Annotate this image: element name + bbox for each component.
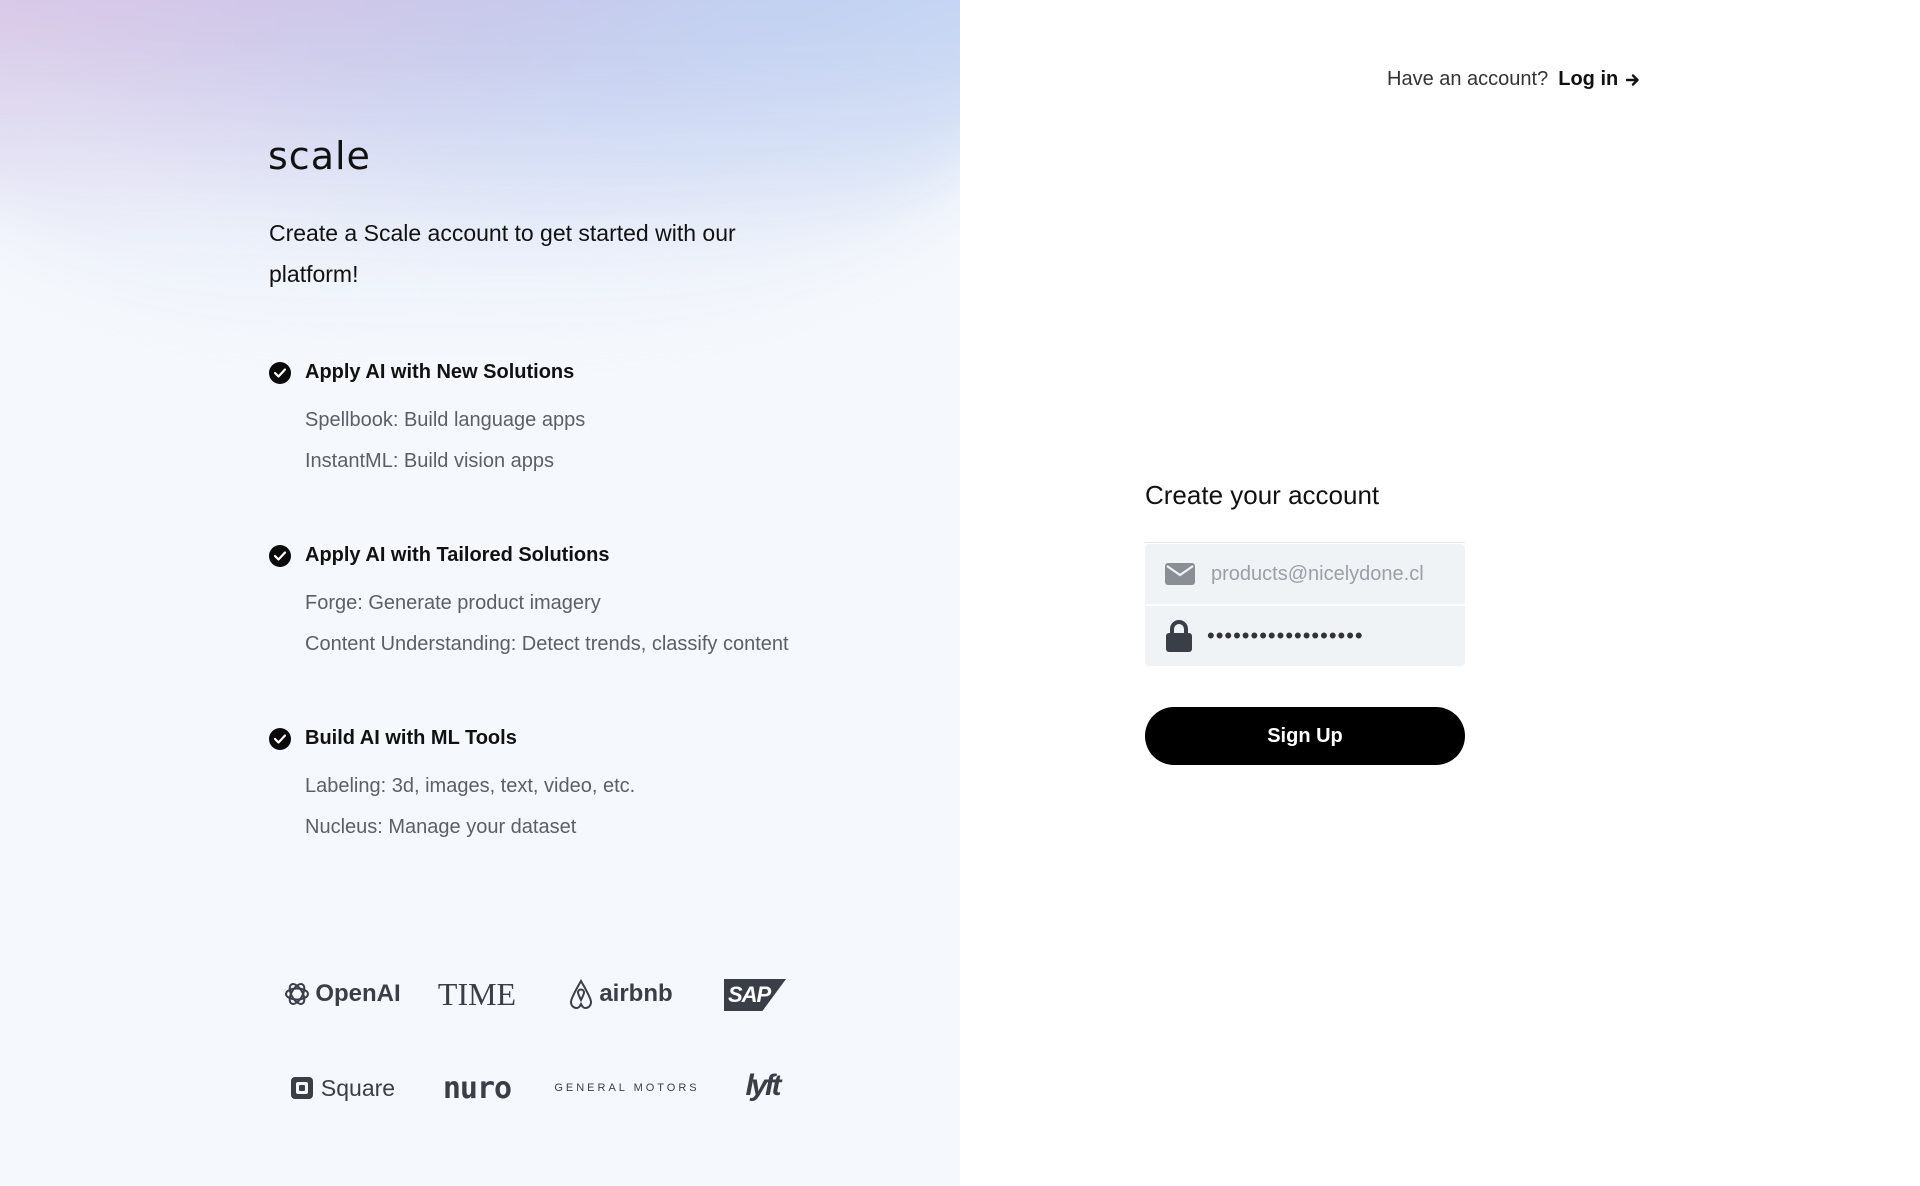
general-motors-logo: GENERAL MOTORS <box>552 1062 702 1114</box>
square-logo-text: Square <box>320 1074 396 1101</box>
sap-logo: SAP <box>700 972 810 1018</box>
nuro-logo-text: nuro <box>442 1070 512 1106</box>
feature-item: Nucleus: Manage your dataset <box>305 816 577 838</box>
openai-logo: OpenAI <box>282 968 402 1020</box>
lyft-logo-text: lyft <box>745 1069 782 1102</box>
signup-panel: Have an account? Log in Create your acco… <box>960 0 1920 1186</box>
have-account-text: Have an account? <box>1387 68 1549 90</box>
feature-tailored-solutions: Apply AI with Tailored Solutions Forge: … <box>269 544 789 665</box>
login-label: Log in <box>1558 68 1619 90</box>
sap-logo-text: SAP <box>728 982 771 1007</box>
password-input[interactable]: •••••••••••••••••• <box>1207 623 1364 649</box>
envelope-icon <box>1165 563 1195 585</box>
feature-title: Apply AI with New Solutions <box>305 361 575 383</box>
time-logo-text: TIME <box>437 975 517 1012</box>
scale-logo[interactable]: scale <box>268 134 371 178</box>
check-circle-icon <box>269 727 291 750</box>
feature-item: Content Understanding: Detect trends, cl… <box>305 633 789 655</box>
feature-title: Apply AI with Tailored Solutions <box>305 544 610 566</box>
signup-button[interactable]: Sign Up <box>1145 707 1465 765</box>
have-account-row: Have an account? Log in <box>1387 68 1640 91</box>
tagline: Create a Scale account to get started wi… <box>269 220 736 287</box>
form-title: Create your account <box>1145 480 1380 510</box>
feature-item: Labeling: 3d, images, text, video, etc. <box>305 775 636 797</box>
customer-logos: OpenAI TIME airbnb SAP Square nuro GENER… <box>270 960 810 1120</box>
airbnb-logo: airbnb <box>560 968 680 1020</box>
feature-ml-tools: Build AI with ML Tools Labeling: 3d, ima… <box>269 727 635 848</box>
email-input[interactable] <box>1209 561 1453 587</box>
lock-icon <box>1166 620 1192 652</box>
nuro-logo: nuro <box>422 1062 532 1114</box>
feature-item: InstantML: Build vision apps <box>305 450 555 472</box>
general-motors-logo-text: GENERAL MOTORS <box>554 1082 700 1094</box>
divider <box>1145 542 1465 543</box>
email-field[interactable] <box>1145 544 1465 604</box>
airbnb-logo-text: airbnb <box>599 980 673 1007</box>
feature-item: Spellbook: Build language apps <box>305 409 586 431</box>
square-logo: Square <box>282 1062 402 1114</box>
check-circle-icon <box>269 361 291 384</box>
lyft-logo: lyft <box>722 1060 802 1112</box>
openai-logo-text: OpenAI <box>315 980 401 1007</box>
arrow-right-icon <box>1626 73 1639 86</box>
check-circle-icon <box>269 544 291 567</box>
password-field[interactable]: •••••••••••••••••• <box>1145 606 1465 666</box>
time-logo: TIME <box>422 968 532 1020</box>
login-link[interactable]: Log in <box>1558 68 1640 91</box>
feature-title: Build AI with ML Tools <box>305 727 517 749</box>
feature-item: Forge: Generate product imagery <box>305 592 601 614</box>
feature-new-solutions: Apply AI with New Solutions Spellbook: B… <box>269 361 585 482</box>
promo-panel: scale Create a Scale account to get star… <box>0 0 960 1186</box>
